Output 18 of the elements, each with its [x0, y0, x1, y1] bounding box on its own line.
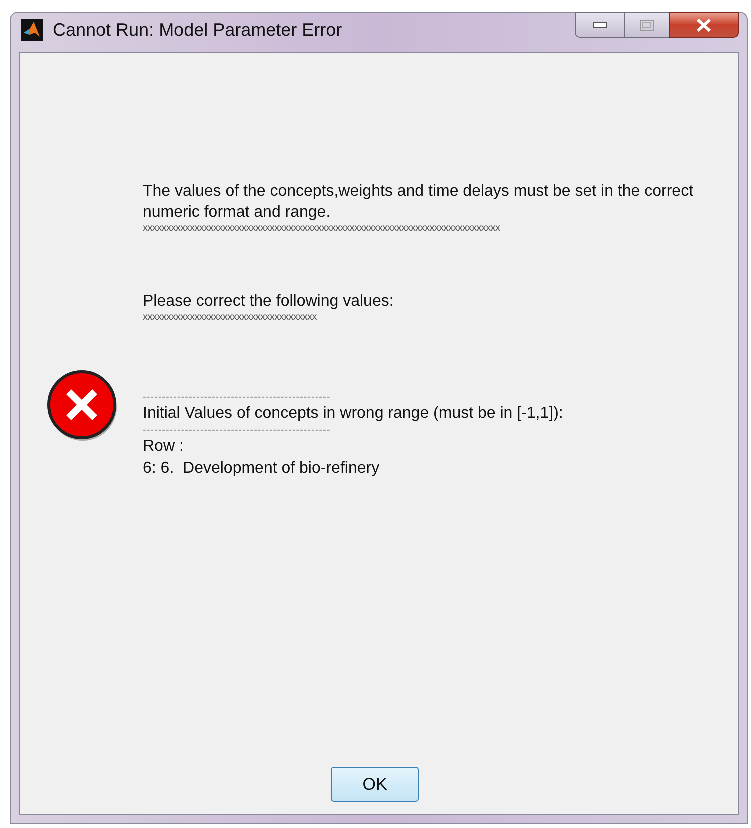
detail-text: 6: 6. Development of bio-refinery	[143, 459, 380, 479]
close-button[interactable]	[669, 12, 739, 38]
detail-text: Initial Values of concepts in wrong range (must be in [-1,1]):	[143, 404, 564, 424]
app-logo-icon	[21, 19, 43, 41]
prompt-text: Please correct the following values:	[143, 292, 394, 312]
maximize-button[interactable]	[625, 12, 669, 38]
star-rule: xxxxxxxxxxxxxxxxxxxxxxxxxxxxxxxxxxxxx	[143, 312, 317, 324]
maximize-icon	[640, 20, 654, 30]
close-icon	[696, 18, 712, 32]
minimize-button[interactable]	[575, 12, 625, 38]
dashed-rule: -------------------------------------------------	[143, 425, 331, 436]
dashed-rule: -------------------------------------------------	[143, 392, 331, 403]
minimize-icon	[593, 22, 607, 28]
ok-button[interactable]: OK	[331, 767, 419, 802]
window-title: Cannot Run: Model Parameter Error	[53, 18, 342, 42]
star-rule: xxxxxxxxxxxxxxxxxxxxxxxxxxxxxxxxxxxxxxxxxxxxxxxxxxxxxxxxxxxxxxxxxxxxxxxxxxxx	[143, 223, 500, 235]
detail-text: Row :	[143, 437, 184, 457]
message-text: The values of the concepts,weights and time delays must be set in the correct numeric format and range.	[143, 182, 695, 223]
